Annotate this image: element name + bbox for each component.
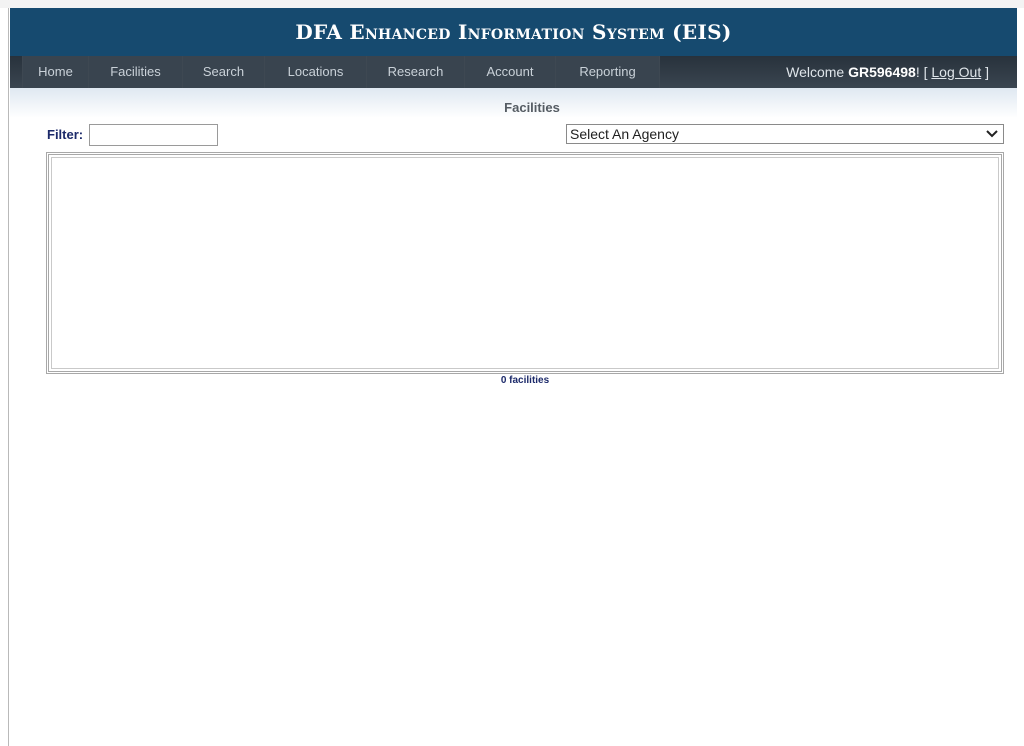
window-top-edge (0, 0, 1024, 8)
chevron-down-icon[interactable] (985, 125, 999, 143)
nav-item-research[interactable]: Research (367, 56, 465, 88)
facility-count: 0 facilities (500, 375, 550, 386)
welcome-bracket-close: ] (981, 64, 989, 80)
nav-item-home[interactable]: Home (22, 56, 89, 88)
welcome-prefix: Welcome (786, 64, 849, 80)
facilities-listbox-area[interactable] (51, 157, 999, 369)
facilities-listbox[interactable] (46, 152, 1004, 374)
nav-item-search[interactable]: Search (183, 56, 265, 88)
nav-item-facilities[interactable]: Facilities (89, 56, 183, 88)
site-header: DFA Enhanced Information System (EIS) (10, 8, 1017, 56)
page-title: Facilities (504, 100, 560, 115)
nav-item-account[interactable]: Account (465, 56, 556, 88)
nav-menu: Home Facilities Search Locations Researc… (22, 56, 660, 88)
agency-select[interactable]: Select An Agency (566, 124, 1004, 144)
username: GR596498 (848, 64, 916, 80)
welcome-message: Welcome GR596498! [ Log Out ] (786, 56, 989, 88)
nav-item-reporting[interactable]: Reporting (556, 56, 660, 88)
filter-input[interactable] (89, 124, 218, 146)
agency-select-value: Select An Agency (570, 126, 679, 142)
nav-item-locations[interactable]: Locations (265, 56, 367, 88)
filter-label: Filter: (47, 127, 84, 142)
site-title: DFA Enhanced Information System (EIS) (295, 20, 732, 44)
main-nav: Home Facilities Search Locations Researc… (10, 56, 1017, 88)
logout-link[interactable]: Log Out (931, 64, 981, 80)
welcome-bracket-open: ! [ (915, 64, 932, 80)
